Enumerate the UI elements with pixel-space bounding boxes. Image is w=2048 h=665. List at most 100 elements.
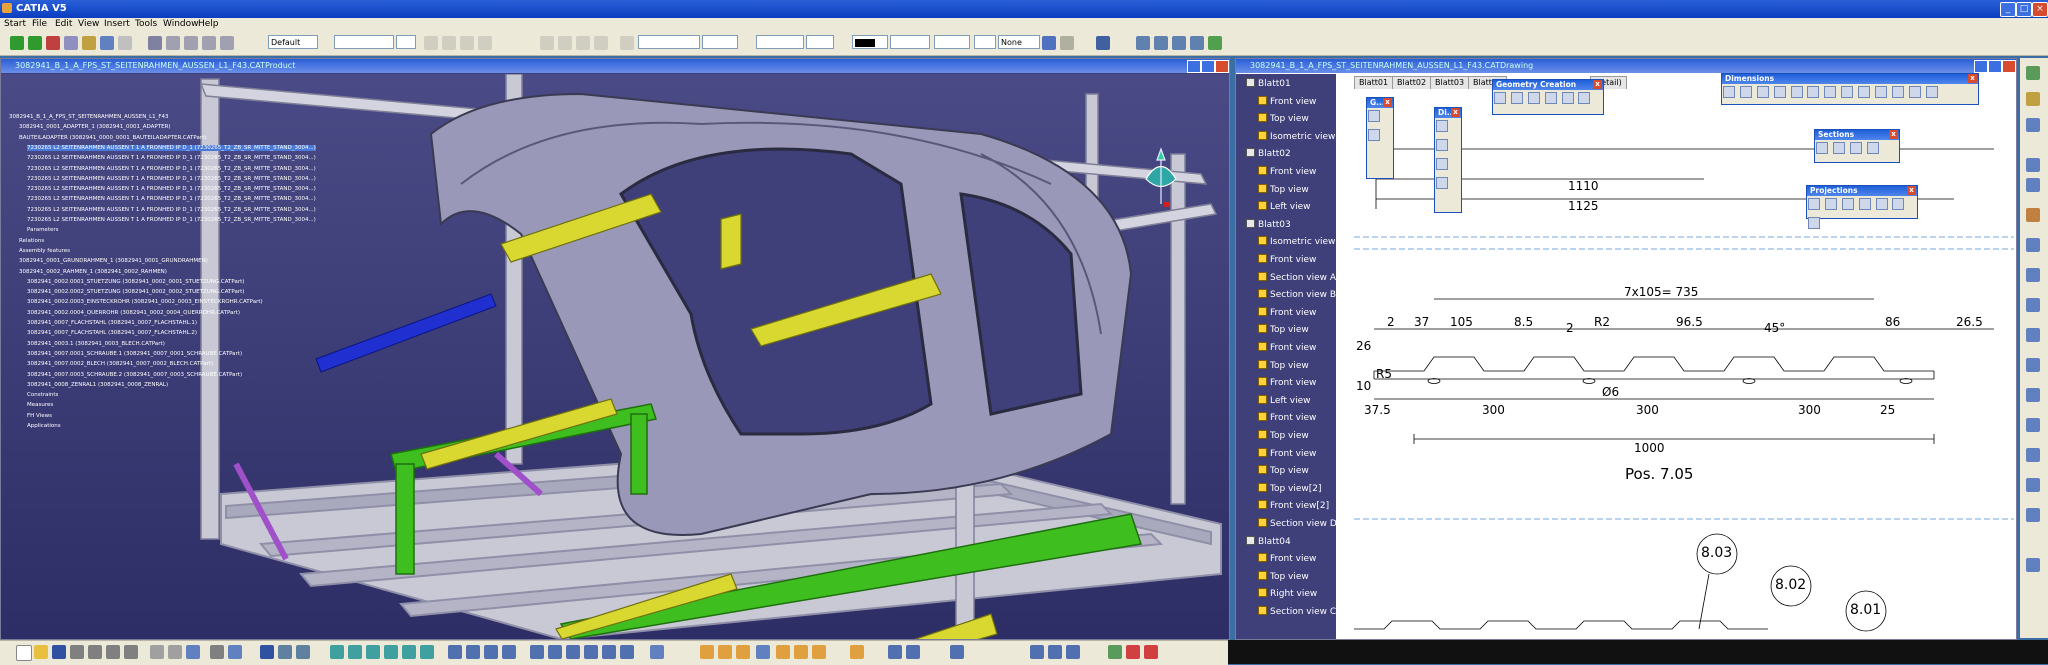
inertia-icon[interactable] — [584, 645, 598, 659]
paint-icon[interactable] — [1042, 36, 1056, 50]
tree-view-item[interactable]: Front view — [1258, 377, 1316, 388]
view-creation-icon[interactable] — [2026, 118, 2040, 132]
measure-icon[interactable] — [64, 36, 78, 50]
frame-tool-icon[interactable] — [1368, 129, 1380, 141]
close-icon[interactable]: x — [1383, 98, 1392, 107]
view-wizard-icon[interactable] — [1808, 217, 1820, 229]
workbench-icon[interactable] — [2026, 66, 2040, 80]
color-icon[interactable] — [220, 36, 234, 50]
gdt-icon[interactable] — [2026, 448, 2040, 462]
spec-tree-item[interactable]: 3082941_0001_GRUNDRAHMEN_1 (3082941_0001… — [19, 258, 208, 264]
drawing-maximize-button[interactable] — [1988, 60, 2002, 73]
table-tool-icon[interactable] — [2026, 268, 2040, 282]
dimensions-icon[interactable] — [1723, 86, 1735, 98]
weld-icon[interactable] — [2026, 358, 2040, 372]
italic-icon[interactable] — [442, 36, 456, 50]
tree-view-item[interactable]: Front view — [1258, 412, 1316, 423]
comment-icon[interactable] — [228, 645, 242, 659]
format-combo[interactable] — [756, 35, 804, 49]
spec-tree-item[interactable]: 3082941_0002.0001_STUETZUNG (3082941_000… — [27, 279, 244, 285]
cut-icon[interactable] — [88, 645, 102, 659]
menu-help[interactable]: Help — [198, 19, 219, 29]
manipulate-icon[interactable] — [1048, 645, 1062, 659]
spec-tree-item[interactable]: Relations — [19, 238, 44, 244]
linetype-combo[interactable] — [890, 35, 930, 49]
close-icon[interactable]: x — [1593, 80, 1602, 89]
thickness-combo[interactable] — [934, 35, 970, 49]
tree-view-item[interactable]: Front view — [1258, 306, 1316, 318]
spec-tree-item[interactable]: 3082941_B_1_A_FPS_ST_SEITENRAHMEN_AUSSEN… — [9, 114, 169, 120]
pan-view-icon[interactable] — [348, 645, 362, 659]
clash-icon[interactable] — [620, 645, 634, 659]
copy-icon[interactable] — [106, 645, 120, 659]
update-all-icon[interactable] — [1126, 645, 1140, 659]
spec-tree-item[interactable]: 7230265 L2 SEITENRAHMEN AUSSEN T 1 A FRO… — [27, 166, 316, 172]
offset-section-icon[interactable] — [1816, 142, 1828, 154]
spec-tree-item[interactable]: 7230265 L2 SEITENRAHMEN AUSSEN T 1 A FRO… — [27, 144, 316, 151]
circle-icon[interactable] — [1527, 92, 1540, 104]
spec-tree-item[interactable]: 3082941_0007.0003_SCHRAUBE.2 (3082941_00… — [27, 372, 242, 378]
spec-tree-item[interactable]: 3082941_0007_FLACHSTAHL (3082941_0007_FL… — [27, 320, 197, 326]
detail-sheet-icon[interactable] — [736, 645, 750, 659]
chamfer-dim-icon[interactable] — [1858, 86, 1870, 98]
underline-icon[interactable] — [460, 36, 474, 50]
spec-tree-item[interactable]: 3082941_0002.0002_STUETZUNG (3082941_000… — [27, 289, 244, 295]
color-combo[interactable] — [852, 35, 888, 49]
tree-view-item[interactable]: Top view — [1258, 359, 1309, 371]
aligned-section-icon[interactable] — [1832, 142, 1845, 154]
2d-component-icon[interactable] — [850, 645, 864, 659]
filter-icon[interactable] — [202, 36, 216, 50]
update-icon[interactable] — [1096, 36, 1110, 50]
cursor-coordinates-icon[interactable] — [812, 645, 826, 659]
chained-dim-icon[interactable] — [1739, 86, 1752, 98]
fit-all-icon[interactable] — [330, 645, 344, 659]
catalog-icon[interactable] — [530, 645, 544, 659]
isolate-icon[interactable] — [950, 645, 964, 659]
tab-blatt02[interactable]: Blatt02 — [1392, 76, 1432, 90]
snap-point-icon[interactable] — [776, 645, 790, 659]
redo-icon[interactable] — [168, 645, 182, 659]
spec-tree-item[interactable]: 7230265 L2 SEITENRAHMEN AUSSEN T 1 A FRO… — [27, 217, 316, 223]
spec-tree-item[interactable]: Constraints — [27, 392, 58, 398]
formula-icon[interactable] — [210, 645, 224, 659]
analysis-tool-icon[interactable] — [602, 645, 616, 659]
aux-view-icon[interactable] — [1858, 198, 1871, 210]
hatch-icon[interactable] — [1060, 36, 1074, 50]
spec-tree-item[interactable]: 3082941_0001_ADAPTER_1 (3082941_0001_ADA… — [19, 124, 171, 130]
dim-style-icon[interactable] — [620, 36, 634, 50]
explode-icon[interactable] — [1066, 645, 1080, 659]
normal-view-icon[interactable] — [420, 645, 434, 659]
fly-icon[interactable] — [278, 645, 292, 659]
symbol-icon[interactable] — [2026, 328, 2040, 342]
length-dim-icon[interactable] — [1790, 86, 1803, 98]
tree-view-item[interactable]: Front view — [1258, 447, 1316, 459]
menu-edit[interactable]: Edit — [55, 19, 72, 29]
ellipse-icon[interactable] — [1544, 92, 1557, 104]
tool-icon[interactable] — [82, 36, 96, 50]
point-tool-icon[interactable] — [1368, 110, 1380, 122]
constraint-icon[interactable] — [1108, 645, 1122, 659]
open-icon[interactable] — [34, 645, 48, 659]
balloon-8-01[interactable]: 8.01 — [1850, 602, 1881, 618]
dress-up-icon[interactable] — [2026, 158, 2040, 172]
swap-space-icon[interactable] — [502, 645, 516, 659]
spec-tree-item[interactable]: 3082941_0007.0001_SCHRAUBE.1 (3082941_00… — [27, 351, 242, 357]
select-icon[interactable] — [100, 36, 114, 50]
tab-blatt03[interactable]: Blatt03 — [1430, 76, 1470, 90]
spec-tree-item[interactable]: 3082941_0002.0003_EINSTECKROHR (3082941_… — [27, 299, 263, 305]
paste-icon[interactable] — [124, 645, 138, 659]
annotation-tool-icon[interactable] — [1436, 177, 1448, 189]
view-behavior-icon[interactable] — [888, 645, 902, 659]
hide-show-icon[interactable] — [484, 645, 498, 659]
select-tool-icon[interactable] — [260, 645, 274, 659]
spec-tree-item[interactable]: Assembly features — [19, 248, 70, 254]
arrow-icon[interactable] — [2026, 508, 2040, 522]
spec-tree-item[interactable]: 7230265 L2 SEITENRAHMEN AUSSEN T 1 A FRO… — [27, 207, 316, 213]
tree-view-item[interactable]: Top view — [1258, 465, 1309, 476]
spec-tree-item[interactable]: 3082941_0008_ZENRAL1 (3082941_0008_ZENRA… — [27, 382, 168, 388]
sheet-icon[interactable] — [2026, 92, 2040, 106]
product-close-button[interactable] — [1215, 60, 1229, 73]
tree-view-item[interactable]: Section view C- — [1258, 606, 1336, 617]
close-icon[interactable]: x — [1968, 74, 1977, 83]
tree-view-item[interactable]: Section view A- — [1258, 271, 1336, 283]
